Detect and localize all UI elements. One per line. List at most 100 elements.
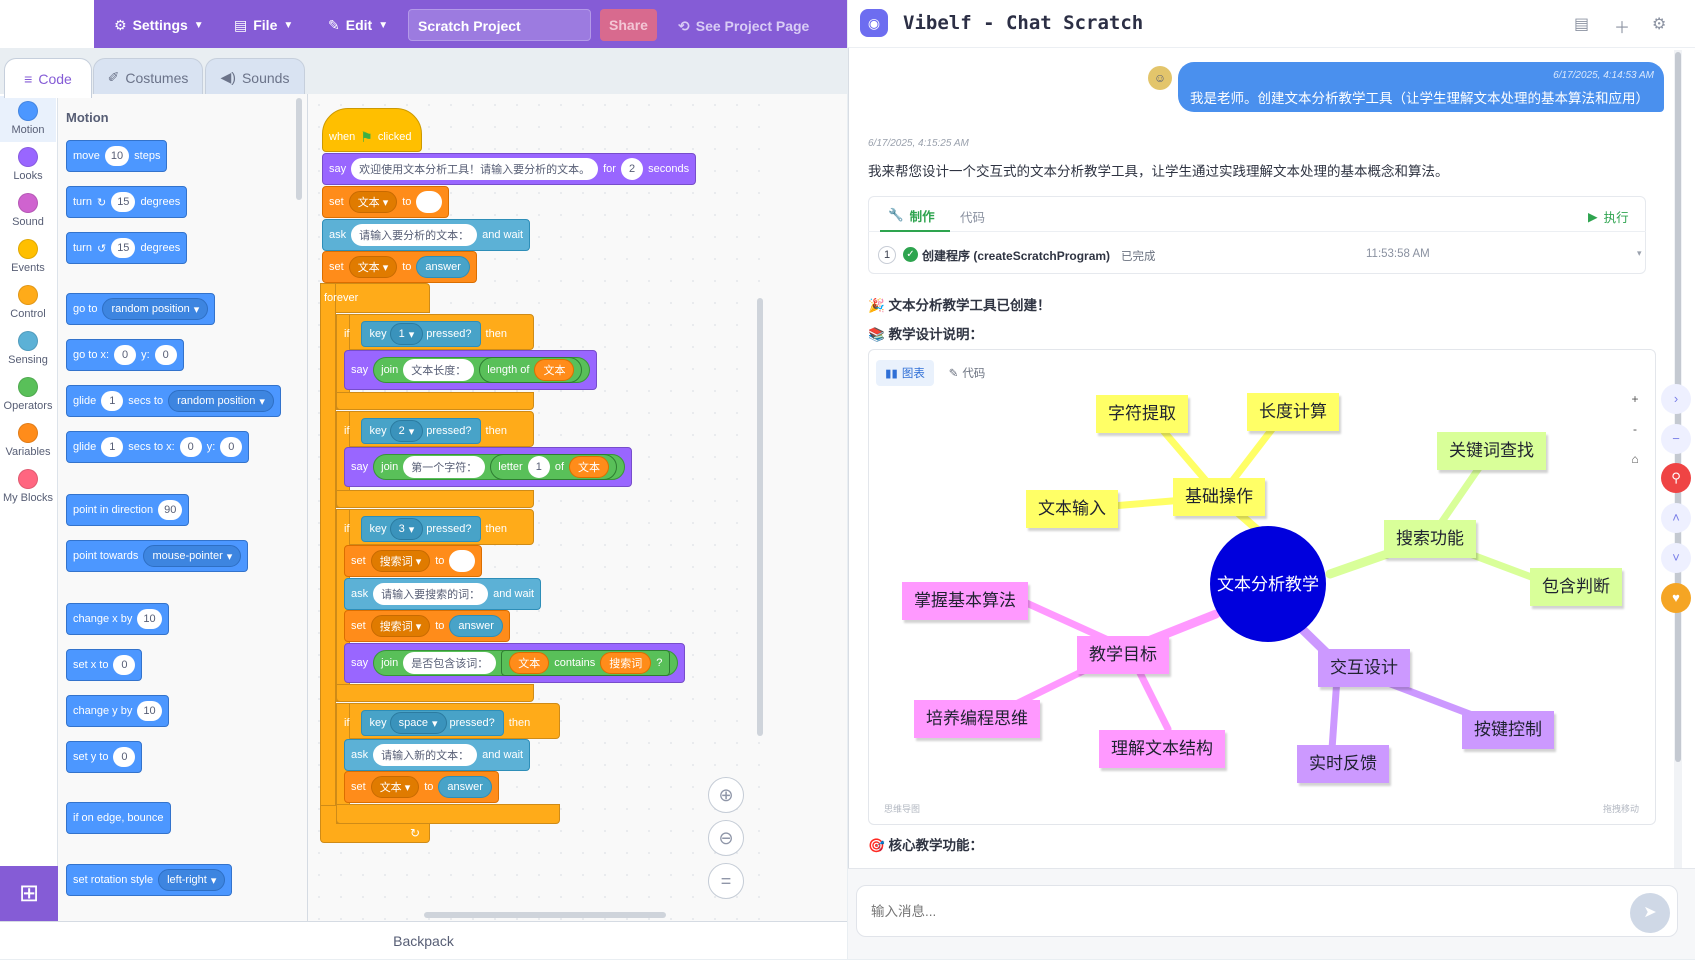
node-keys[interactable]: 按键控制: [1462, 711, 1554, 749]
tab-code-view[interactable]: 代码: [960, 207, 985, 226]
answer-reporter[interactable]: answer: [449, 615, 503, 637]
category-sensing[interactable]: Sensing: [0, 326, 56, 372]
minus-icon[interactable]: −: [1661, 424, 1691, 454]
see-project-page-button[interactable]: ⟲ See Project Page: [678, 15, 809, 37]
node-extract[interactable]: 字符提取: [1096, 395, 1188, 433]
ask-and-wait-block[interactable]: ask 请输入要搜索的词： and wait: [344, 578, 542, 610]
turn-right-block[interactable]: turn ↻ 15 degrees: [66, 186, 188, 218]
x-input[interactable]: 0: [179, 437, 202, 457]
say-block[interactable]: say join 文本长度： length of 文本: [344, 350, 598, 390]
key-dropdown[interactable]: 1 ▾: [389, 323, 424, 345]
category-control[interactable]: Control: [0, 280, 56, 326]
category-variables[interactable]: Variables: [0, 418, 56, 464]
backpack-bar[interactable]: Backpack: [0, 921, 847, 959]
run-button[interactable]: ▶ 执行: [1588, 207, 1629, 226]
join-operator[interactable]: join 文本长度： length of 文本: [373, 357, 591, 383]
chevron-right-icon[interactable]: ›: [1661, 384, 1691, 414]
glide-xy-block[interactable]: glide 1 secs to x: 0 y: 0: [66, 431, 250, 463]
number-input[interactable]: 1: [527, 456, 550, 478]
node-input[interactable]: 文本输入: [1026, 490, 1118, 528]
new-chat-icon[interactable]: ＋: [1614, 14, 1630, 38]
file-menu[interactable]: ▤ File ▼: [234, 12, 293, 38]
project-name-input[interactable]: Scratch Project: [408, 9, 591, 41]
script-horizontal-scrollbar[interactable]: [424, 912, 666, 918]
number-input[interactable]: 15: [111, 238, 136, 258]
node-length[interactable]: 长度计算: [1247, 393, 1339, 431]
say-for-secs-block[interactable]: say 欢迎使用文本分析工具！请输入要分析的文本。 for 2 seconds: [322, 153, 697, 185]
change-y-block[interactable]: change y by 10: [66, 695, 169, 727]
rotation-style-block[interactable]: set rotation style left-right ▾: [66, 864, 233, 896]
number-input[interactable]: 2: [620, 158, 644, 180]
variable-dropdown[interactable]: 搜索词 ▾: [370, 615, 431, 637]
text-input[interactable]: 欢迎使用文本分析工具！请输入要分析的文本。: [351, 158, 599, 180]
contains-operator[interactable]: 文本 contains 搜索词?: [501, 650, 671, 676]
when-flag-clicked-block[interactable]: when ⚑ clicked: [322, 108, 422, 152]
length-of-operator[interactable]: length of 文本: [479, 357, 583, 383]
target-dropdown[interactable]: random position ▾: [102, 298, 209, 320]
go-to-xy-block[interactable]: go to x: 0 y: 0: [66, 339, 184, 371]
point-towards-block[interactable]: point towards mouse-pointer ▾: [66, 540, 249, 572]
add-extension-button[interactable]: ⊞: [0, 866, 58, 921]
variable-reporter[interactable]: 文本: [569, 456, 610, 478]
heart-icon[interactable]: ♥: [1661, 583, 1691, 613]
gear-icon[interactable]: ⚙: [1652, 14, 1666, 34]
bounce-block[interactable]: if on edge, bounce: [66, 802, 171, 834]
scratch-logo[interactable]: [0, 0, 94, 48]
set-variable-block[interactable]: set 搜索词 ▾ to: [344, 545, 483, 577]
node-keyword[interactable]: 关键词查找: [1437, 432, 1546, 470]
palette-scrollbar[interactable]: [296, 98, 302, 200]
set-variable-block[interactable]: set 文本 ▾ to answer: [322, 251, 477, 283]
variable-reporter[interactable]: 文本: [534, 359, 575, 381]
turn-left-block[interactable]: turn ↺ 15 degrees: [66, 232, 188, 264]
x-input[interactable]: 0: [114, 345, 137, 365]
node-goal[interactable]: 教学目标: [1077, 636, 1169, 674]
node-search[interactable]: 搜索功能: [1384, 520, 1476, 558]
zoom-out-button[interactable]: ⊖: [708, 820, 744, 856]
join-operator[interactable]: join 是否包含该词： 文本 contains 搜索词?: [373, 650, 679, 676]
value-input[interactable]: [449, 550, 476, 572]
category-events[interactable]: Events: [0, 234, 56, 280]
target-dropdown[interactable]: random position ▾: [168, 390, 274, 412]
node-contains[interactable]: 包含判断: [1530, 568, 1622, 606]
set-x-block[interactable]: set x to 0: [66, 649, 143, 681]
tab-code[interactable]: ≡ Code: [4, 58, 92, 98]
chevron-down-icon[interactable]: ▾: [1637, 248, 1642, 259]
node-basic[interactable]: 基础操作: [1173, 478, 1265, 516]
key-pressed-condition[interactable]: key space ▾ pressed?: [360, 710, 504, 736]
glide-block[interactable]: glide 1 secs to random position ▾: [66, 385, 281, 417]
zoom-reset-button[interactable]: =: [708, 863, 744, 899]
key-pressed-condition[interactable]: key 2 ▾ pressed?: [360, 418, 481, 444]
answer-reporter[interactable]: answer: [416, 256, 470, 278]
key-dropdown[interactable]: 3 ▾: [389, 518, 424, 540]
text-input[interactable]: 是否包含该词：: [403, 652, 497, 674]
ask-and-wait-block[interactable]: ask 请输入新的文本： and wait: [344, 739, 531, 771]
set-variable-block[interactable]: set 文本 ▾ to: [322, 186, 450, 218]
target-dropdown[interactable]: mouse-pointer ▾: [143, 545, 242, 567]
key-pressed-condition[interactable]: key 3 ▾ pressed?: [360, 516, 481, 542]
value-input[interactable]: [416, 191, 443, 213]
key-pressed-condition[interactable]: key 1 ▾ pressed?: [360, 321, 481, 347]
y-input[interactable]: 0: [220, 437, 243, 457]
set-y-block[interactable]: set y to 0: [66, 741, 143, 773]
text-input[interactable]: 请输入新的文本：: [373, 744, 478, 766]
text-input[interactable]: 请输入要搜索的词：: [373, 583, 489, 605]
node-interact[interactable]: 交互设计: [1318, 649, 1410, 687]
text-input[interactable]: 请输入要分析的文本：: [351, 224, 478, 246]
node-thinking[interactable]: 培养编程思维: [914, 700, 1040, 738]
number-input[interactable]: 1: [101, 437, 124, 457]
number-input[interactable]: 0: [113, 747, 136, 767]
send-button[interactable]: ➤: [1630, 893, 1670, 933]
node-algo[interactable]: 掌握基本算法: [902, 582, 1028, 620]
number-input[interactable]: 15: [111, 192, 136, 212]
text-input[interactable]: 文本长度：: [403, 359, 475, 381]
script-vertical-scrollbar[interactable]: [757, 298, 763, 736]
category-my-blocks[interactable]: My Blocks: [0, 464, 56, 510]
say-block[interactable]: say join 第一个字符： letter 1 of 文本: [344, 447, 633, 487]
tab-sounds[interactable]: ◀) Sounds: [205, 58, 305, 96]
rotation-dropdown[interactable]: left-right ▾: [158, 869, 226, 891]
edit-menu[interactable]: ✎ Edit ▼: [328, 12, 388, 38]
variable-dropdown[interactable]: 搜索词 ▾: [370, 550, 431, 572]
share-button[interactable]: Share: [600, 9, 657, 41]
pin-icon[interactable]: ⚲: [1661, 463, 1691, 493]
zoom-in-button[interactable]: ⊕: [708, 777, 744, 813]
